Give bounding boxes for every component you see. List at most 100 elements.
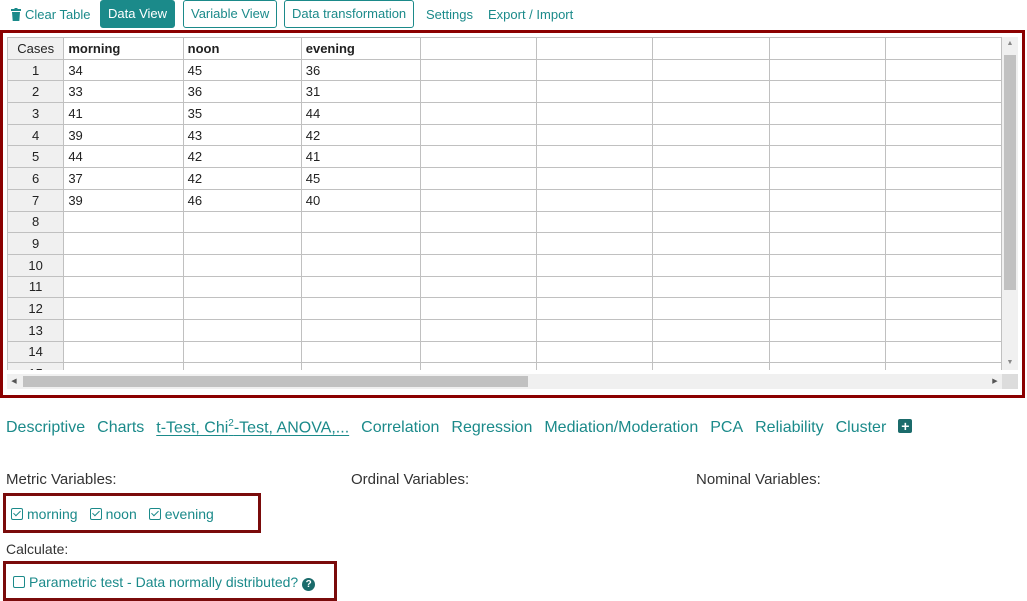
data-cell[interactable] (768, 167, 886, 190)
data-cell[interactable] (536, 253, 654, 277)
data-cell[interactable] (768, 297, 886, 320)
tab-correlation[interactable]: Correlation (361, 419, 439, 437)
data-cell[interactable] (182, 232, 302, 255)
data-cell[interactable] (652, 297, 770, 320)
data-cell[interactable] (768, 145, 886, 169)
data-cell[interactable] (652, 362, 770, 370)
data-cell[interactable] (300, 297, 421, 320)
data-cell[interactable] (768, 102, 886, 125)
data-cell[interactable] (182, 275, 302, 299)
data-cell[interactable] (419, 58, 538, 82)
data-cell[interactable] (419, 318, 538, 342)
data-cell[interactable] (768, 253, 886, 277)
data-cell[interactable] (884, 188, 1002, 212)
data-cell[interactable] (536, 275, 654, 299)
column-header[interactable]: morning (63, 37, 184, 60)
data-cell[interactable] (652, 188, 770, 212)
tab-charts[interactable]: Charts (97, 419, 144, 437)
data-cell[interactable] (884, 123, 1002, 147)
data-cell[interactable] (182, 297, 302, 320)
data-cell[interactable]: 34 (63, 58, 184, 82)
data-cell[interactable] (884, 340, 1002, 364)
data-cell[interactable] (768, 232, 886, 255)
vertical-scroll-thumb[interactable] (1004, 55, 1016, 290)
data-cell[interactable] (536, 210, 654, 234)
data-cell[interactable] (536, 58, 654, 82)
data-cell[interactable] (63, 232, 184, 255)
data-transformation-button[interactable]: Data transformation (284, 0, 415, 28)
data-cell[interactable]: 36 (182, 80, 302, 104)
data-cell[interactable] (652, 80, 770, 104)
settings-link[interactable]: Settings (426, 7, 473, 22)
column-header[interactable] (536, 37, 654, 60)
tab-cluster[interactable]: Cluster (836, 419, 887, 437)
data-cell[interactable] (63, 362, 184, 370)
data-cell[interactable] (652, 253, 770, 277)
help-icon[interactable]: ? (302, 578, 316, 591)
data-cell[interactable] (536, 123, 654, 147)
data-cell[interactable] (182, 253, 302, 277)
data-cell[interactable] (652, 210, 770, 234)
data-cell[interactable] (300, 232, 421, 255)
horizontal-scrollbar[interactable]: ◀ ▶ (7, 374, 1002, 389)
data-cell[interactable] (652, 232, 770, 255)
export-import-link[interactable]: Export / Import (488, 7, 573, 22)
data-cell[interactable] (768, 275, 886, 299)
data-view-button[interactable]: Data View (100, 0, 176, 28)
data-cell[interactable] (768, 210, 886, 234)
data-cell[interactable] (419, 123, 538, 147)
data-cell[interactable] (300, 275, 421, 299)
data-cell[interactable]: 42 (182, 145, 302, 169)
tab-descriptive[interactable]: Descriptive (6, 419, 85, 437)
data-cell[interactable] (300, 340, 421, 364)
data-cell[interactable] (652, 123, 770, 147)
data-cell[interactable] (536, 167, 654, 190)
data-cell[interactable] (884, 318, 1002, 342)
data-cell[interactable] (884, 102, 1002, 125)
data-cell[interactable] (182, 318, 302, 342)
data-cell[interactable] (768, 188, 886, 212)
data-cell[interactable]: 42 (182, 167, 302, 190)
data-cell[interactable]: 45 (300, 167, 421, 190)
data-cell[interactable] (652, 145, 770, 169)
data-cell[interactable] (768, 340, 886, 364)
add-tab-plus-icon[interactable]: + (898, 419, 913, 434)
data-cell[interactable] (63, 210, 184, 234)
data-cell[interactable] (63, 297, 184, 320)
scroll-up-arrow-icon[interactable]: ▲ (1002, 37, 1018, 51)
data-cell[interactable] (182, 340, 302, 364)
column-header[interactable] (419, 37, 538, 60)
data-cell[interactable] (419, 210, 538, 234)
data-cell[interactable] (63, 318, 184, 342)
data-cell[interactable] (768, 123, 886, 147)
scroll-left-arrow-icon[interactable]: ◀ (7, 374, 21, 389)
horizontal-scroll-thumb[interactable] (23, 376, 528, 387)
metric-variable-checkbox-morning[interactable]: morning (11, 506, 78, 522)
data-cell[interactable]: 45 (182, 58, 302, 82)
data-cell[interactable] (419, 167, 538, 190)
data-cell[interactable] (652, 275, 770, 299)
data-cell[interactable] (536, 102, 654, 125)
vertical-scrollbar[interactable]: ▲ ▼ (1002, 37, 1018, 370)
data-cell[interactable]: 44 (300, 102, 421, 125)
data-cell[interactable] (419, 275, 538, 299)
data-cell[interactable]: 39 (63, 123, 184, 147)
column-header[interactable] (884, 37, 1002, 60)
data-cell[interactable]: 36 (300, 58, 421, 82)
data-cell[interactable] (182, 362, 302, 370)
data-cell[interactable] (536, 188, 654, 212)
data-cell[interactable] (884, 297, 1002, 320)
data-cell[interactable] (536, 318, 654, 342)
data-cell[interactable] (536, 340, 654, 364)
scroll-down-arrow-icon[interactable]: ▼ (1002, 356, 1018, 370)
data-cell[interactable] (884, 232, 1002, 255)
data-cell[interactable] (419, 80, 538, 104)
data-cell[interactable] (884, 80, 1002, 104)
data-cell[interactable]: 39 (63, 188, 184, 212)
metric-variable-checkbox-noon[interactable]: noon (89, 506, 137, 522)
data-cell[interactable] (536, 297, 654, 320)
data-cell[interactable] (300, 318, 421, 342)
data-cell[interactable] (884, 210, 1002, 234)
data-cell[interactable] (768, 80, 886, 104)
data-cell[interactable] (884, 167, 1002, 190)
